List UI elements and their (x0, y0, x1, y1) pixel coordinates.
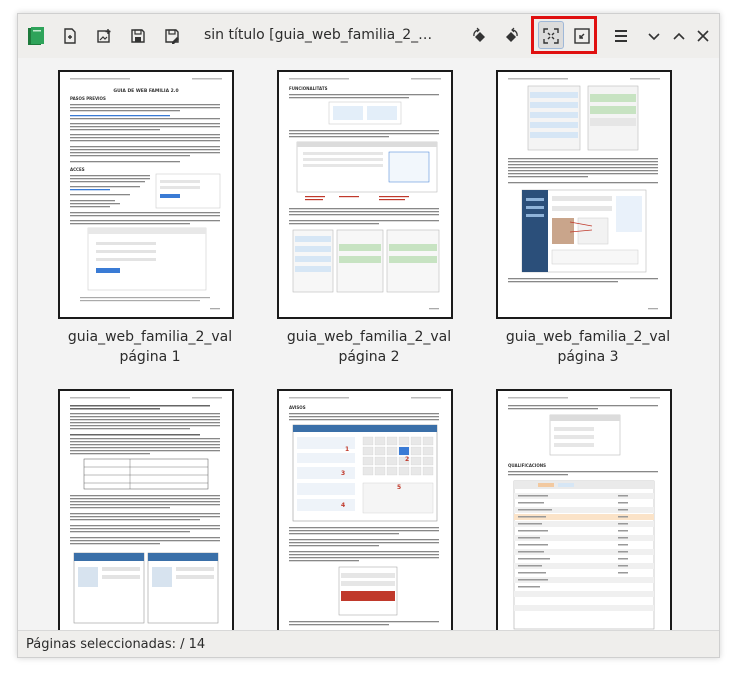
add-image-icon (97, 29, 111, 43)
add-image-button[interactable] (90, 22, 118, 50)
page-thumbnail[interactable]: AVISOS 1 2 3 4 5 (277, 389, 453, 630)
title-bar: sin título [guia_web_familia_2_val] – P… (18, 14, 719, 58)
minimize-icon (648, 33, 660, 41)
save-icon (131, 29, 145, 43)
page-thumbnail[interactable]: FUNCIONALITATS (277, 70, 453, 319)
rotate-right-button[interactable] (498, 22, 526, 50)
new-page-icon (64, 28, 76, 44)
annotation-highlight-box (531, 16, 597, 54)
rotate-left-icon (473, 27, 485, 42)
save-button[interactable] (124, 22, 152, 50)
maximize-icon (673, 32, 685, 40)
status-bar: Páginas seleccionadas: / 14 (18, 630, 719, 657)
thumb-title: GUIA DE WEB FAMILIA 2.0 (113, 88, 178, 94)
thumb-heading: QUALIFICACIONS (508, 463, 546, 468)
close-button[interactable] (689, 22, 717, 50)
svg-text:3: 3 (341, 470, 345, 477)
thumb-heading: ACCES (70, 167, 85, 172)
new-page-button[interactable] (56, 22, 84, 50)
page-filename: guia_web_familia_2_val (505, 329, 671, 345)
page-preview: AVISOS 1 2 3 4 5 (289, 397, 441, 626)
thumb-heading: AVISOS (289, 405, 306, 410)
page-number: página 1 (119, 349, 181, 365)
page-filename: guia_web_familia_2_val (67, 329, 233, 345)
thumb-heading: PASOS PREVIOS (70, 96, 106, 101)
page-preview: FUNCIONALITATS (289, 78, 441, 310)
page-caption: guia_web_familia_2_val página 1 (50, 327, 250, 367)
page-filename: guia_web_familia_2_val (286, 329, 452, 345)
page-grid: GUIA DE WEB FAMILIA 2.0 PASOS PREVIOS AC… (18, 58, 719, 630)
page-number: página 2 (338, 349, 400, 365)
page-preview: QUALIFICACIONS (508, 397, 660, 630)
rotate-left-button[interactable] (465, 22, 493, 50)
page-thumbnail[interactable] (496, 70, 672, 319)
svg-text:4: 4 (341, 502, 345, 509)
page-caption: guia_web_familia_2_val página 2 (269, 327, 469, 367)
selected-pages-status: Páginas seleccionadas: / 14 (26, 637, 206, 652)
minimize-button[interactable] (640, 22, 668, 50)
save-as-icon (165, 29, 179, 44)
pdf-arranger-window: sin título [guia_web_familia_2_val] – P… (17, 13, 720, 658)
page-thumbnail[interactable]: GUIA DE WEB FAMILIA 2.0 PASOS PREVIOS AC… (58, 70, 234, 319)
window-title: sin título [guia_web_familia_2_val] – P… (204, 27, 440, 43)
rotate-right-icon (506, 27, 518, 42)
page-preview (508, 78, 660, 310)
page-thumbnail[interactable] (58, 389, 234, 630)
close-icon (697, 30, 709, 42)
svg-text:1: 1 (345, 446, 349, 453)
svg-text:2: 2 (405, 456, 409, 463)
menu-icon (615, 30, 627, 42)
thumb-heading: FUNCIONALITATS (289, 86, 328, 91)
save-as-button[interactable] (158, 22, 186, 50)
page-preview (70, 397, 222, 624)
app-logo-icon (22, 22, 50, 50)
page-number: página 3 (557, 349, 619, 365)
svg-text:5: 5 (397, 484, 401, 491)
page-thumbnail[interactable]: QUALIFICACIONS (496, 389, 672, 630)
page-preview: GUIA DE WEB FAMILIA 2.0 PASOS PREVIOS AC… (70, 78, 222, 310)
main-menu-button[interactable] (607, 22, 635, 50)
page-caption: guia_web_familia_2_val página 3 (488, 327, 688, 367)
